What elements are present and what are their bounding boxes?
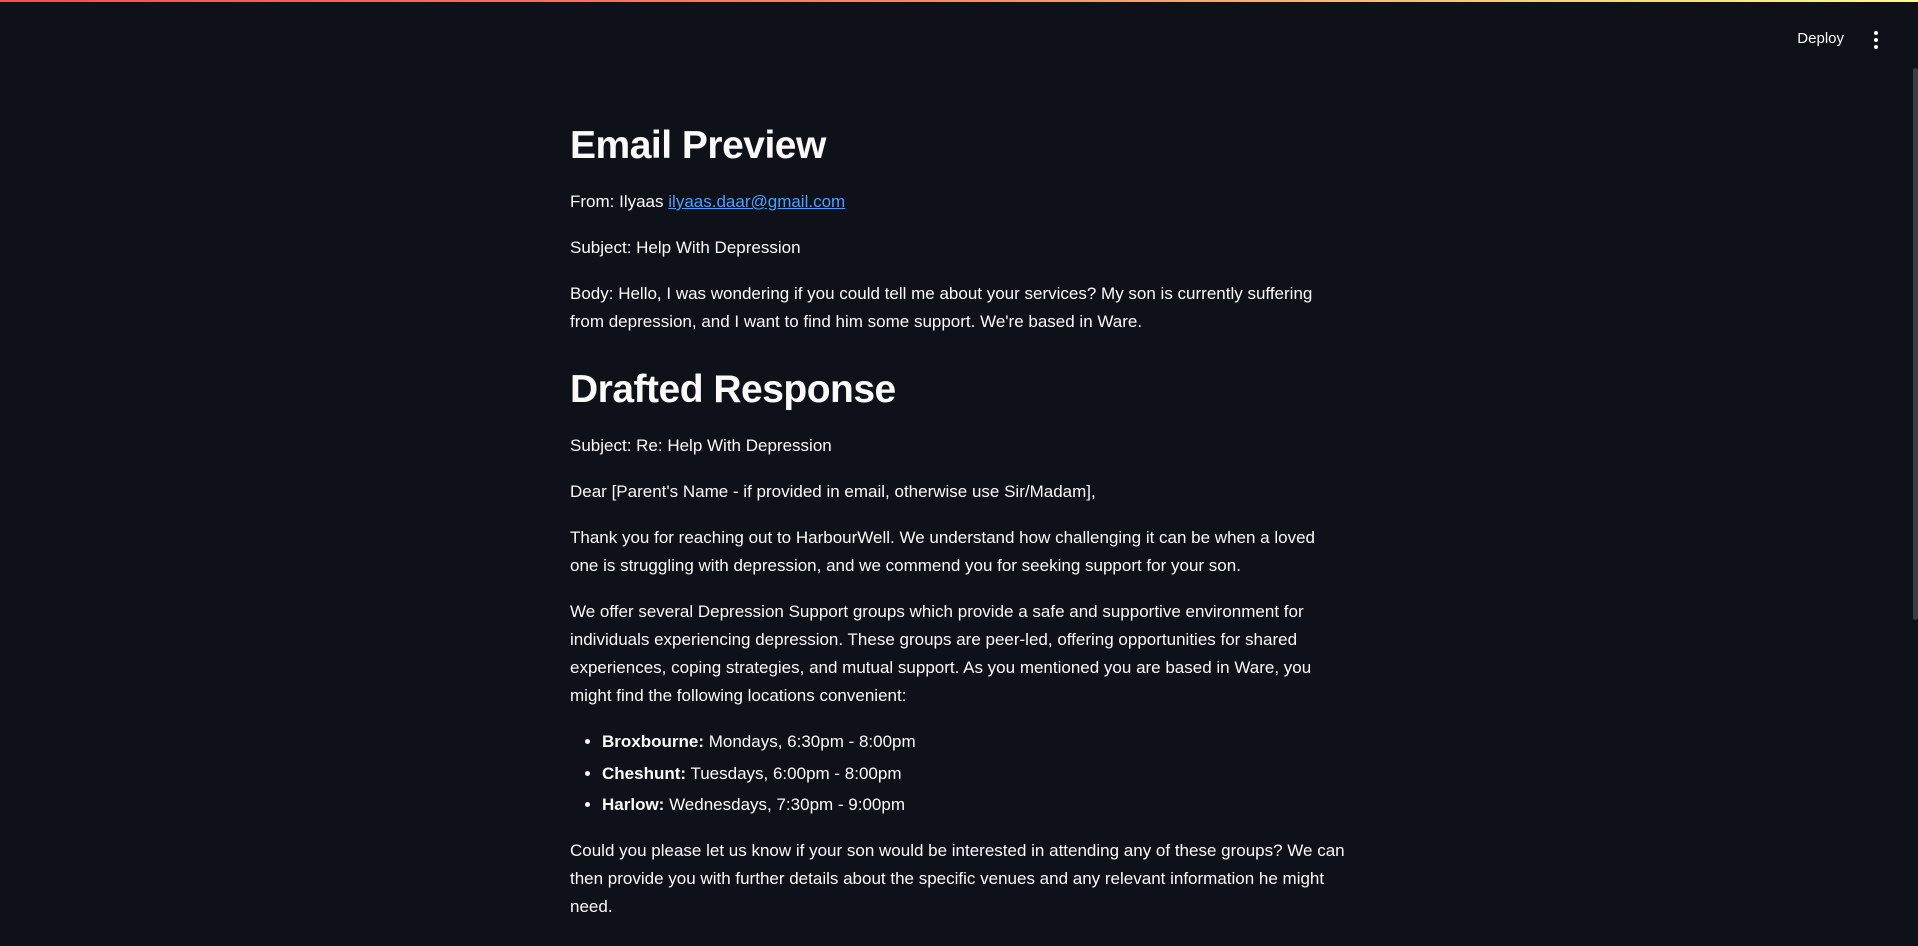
from-line: From: Ilyaas ilyaas.daar@gmail.com xyxy=(570,188,1345,216)
email-body: Body: Hello, I was wondering if you coul… xyxy=(570,284,1313,331)
location-name: Cheshunt: xyxy=(602,763,687,783)
drafted-response-heading: Drafted Response xyxy=(570,368,896,411)
location-name: Broxbourne: xyxy=(602,732,704,751)
scrollbar[interactable] xyxy=(1913,68,1918,620)
response-paragraph-3: Could you please let us know if your son… xyxy=(570,841,1345,916)
location-time: Wednesdays, 7:30pm - 9:00pm xyxy=(664,795,905,814)
location-time: Mondays, 6:30pm - 8:00pm xyxy=(704,732,916,751)
deploy-button[interactable]: Deploy xyxy=(1789,26,1852,51)
location-name: Harlow: xyxy=(602,795,665,814)
response-subject: Subject: Re: Help With Depression xyxy=(570,436,832,455)
app-header: Deploy xyxy=(0,0,1918,60)
from-label: From: Ilyaas xyxy=(570,192,664,211)
list-item: Harlow: Wednesdays, 7:30pm - 9:00pm xyxy=(602,791,1345,819)
list-item: Cheshunt: Tuesdays, 6:00pm - 8:00pm xyxy=(602,760,1345,788)
more-vertical-icon[interactable] xyxy=(1866,28,1886,52)
response-paragraph-2: We offer several Depression Support grou… xyxy=(570,602,1312,705)
response-paragraph-1: Thank you for reaching out to HarbourWel… xyxy=(570,528,1315,575)
response-greeting: Dear [Parent's Name - if provided in ema… xyxy=(570,482,1096,501)
main-content: Email Preview From: Ilyaas ilyaas.daar@g… xyxy=(570,118,1345,939)
email-preview-heading: Email Preview xyxy=(570,124,826,167)
location-list: Broxbourne: Mondays, 6:30pm - 8:00pm Che… xyxy=(570,728,1345,819)
location-time: Tuesdays, 6:00pm - 8:00pm xyxy=(686,763,902,783)
email-subject: Subject: Help With Depression xyxy=(570,238,801,257)
from-email-link[interactable]: ilyaas.daar@gmail.com xyxy=(668,192,845,211)
list-item: Broxbourne: Mondays, 6:30pm - 8:00pm xyxy=(602,728,1345,756)
